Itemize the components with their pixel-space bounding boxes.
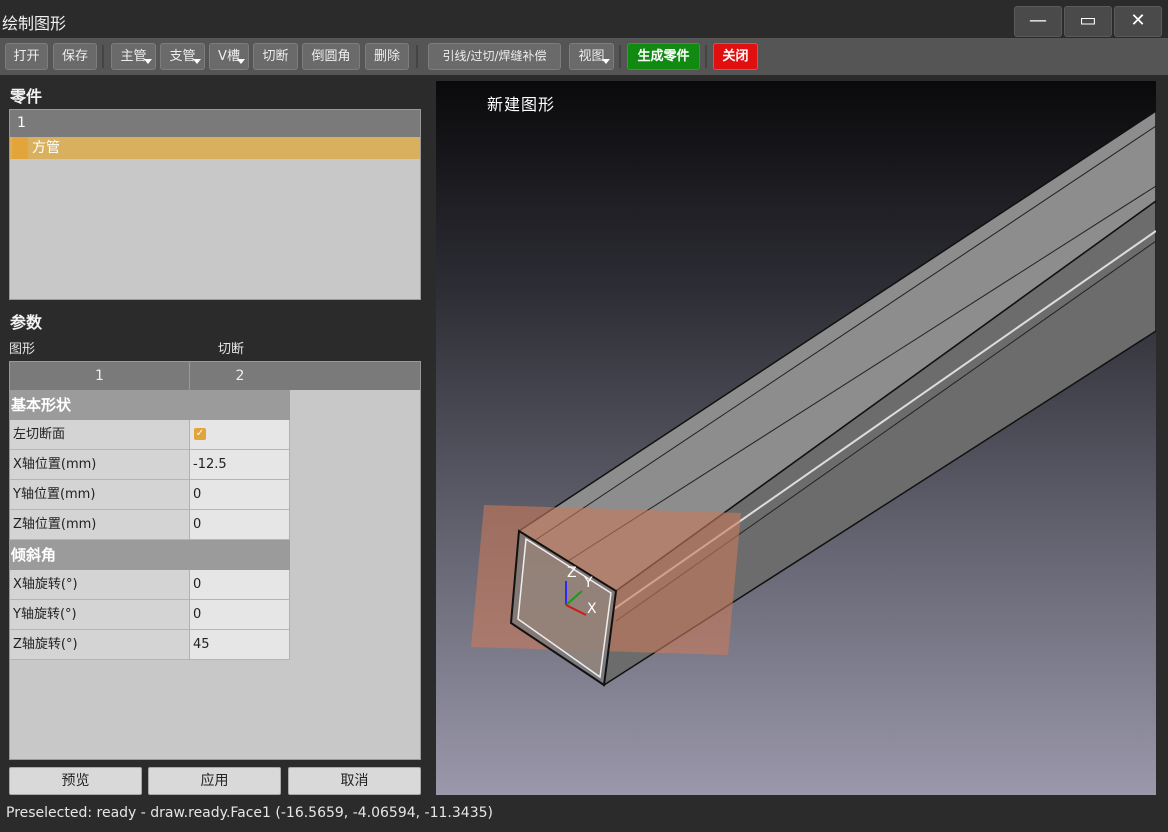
param-label: Y轴位置(mm) bbox=[10, 480, 190, 509]
title-bar: 绘制图形 — ▭ ✕ bbox=[0, 0, 1168, 38]
param-label: Z轴旋转(°) bbox=[10, 630, 190, 659]
params-heading: 参数 bbox=[10, 313, 43, 332]
param-label: X轴位置(mm) bbox=[10, 450, 190, 479]
param-row-x-rotation: X轴旋转(°) 0 bbox=[10, 570, 290, 600]
close-button[interactable]: 关闭 bbox=[713, 43, 758, 70]
main-pipe-dropdown[interactable]: 主管 bbox=[111, 43, 156, 70]
window-title: 绘制图形 bbox=[2, 14, 67, 33]
cut-label: 切断 bbox=[218, 342, 245, 357]
y-position-field[interactable]: 0 bbox=[190, 480, 290, 509]
lead-weld-button[interactable]: 引线/过切/焊缝补偿 bbox=[428, 43, 561, 70]
cut-button[interactable]: 切断 bbox=[253, 43, 298, 70]
3d-viewport[interactable]: 新建图形 Z Y X bbox=[436, 81, 1156, 795]
param-row-left-cut-face: 左切断面 ✓ bbox=[10, 420, 290, 450]
group-basic-shape: 基本形状 bbox=[10, 390, 290, 420]
param-row-x-position: X轴位置(mm) -12.5 bbox=[10, 450, 290, 480]
window-close-button[interactable]: ✕ bbox=[1114, 6, 1162, 37]
y-axis-label: Y bbox=[583, 575, 593, 591]
tab-2[interactable]: 2 bbox=[190, 362, 290, 390]
maximize-button[interactable]: ▭ bbox=[1064, 6, 1112, 37]
param-label: Z轴位置(mm) bbox=[10, 510, 190, 539]
v-groove-dropdown[interactable]: V槽 bbox=[209, 43, 249, 70]
toolbar-separator bbox=[416, 45, 418, 68]
x-position-field[interactable]: -12.5 bbox=[190, 450, 290, 479]
param-label: X轴旋转(°) bbox=[10, 570, 190, 599]
param-label: 左切断面 bbox=[10, 420, 190, 449]
generate-part-button[interactable]: 生成零件 bbox=[627, 43, 700, 70]
fillet-button[interactable]: 倒圆角 bbox=[302, 43, 360, 70]
param-label: Y轴旋转(°) bbox=[10, 600, 190, 629]
x-axis-label: X bbox=[587, 601, 597, 617]
status-bar: Preselected: ready - draw.ready.Face1 (-… bbox=[6, 805, 493, 821]
params-grid: 1 2 基本形状 左切断面 ✓ X轴位置(mm) -12.5 Y轴位置(mm) … bbox=[9, 361, 421, 760]
z-axis-label: Z bbox=[567, 565, 577, 581]
param-row-y-rotation: Y轴旋转(°) 0 bbox=[10, 600, 290, 630]
save-button[interactable]: 保存 bbox=[53, 43, 97, 70]
toolbar-separator bbox=[705, 45, 707, 68]
param-value-cell: ✓ bbox=[190, 420, 290, 449]
tube-model: Z Y X bbox=[471, 110, 1156, 687]
delete-button[interactable]: 删除 bbox=[365, 43, 409, 70]
apply-button[interactable]: 应用 bbox=[148, 767, 281, 795]
parts-tree: 1 方管 bbox=[9, 109, 421, 300]
preview-button[interactable]: 预览 bbox=[9, 767, 142, 795]
group-tilt-angle: 倾斜角 bbox=[10, 540, 290, 570]
shape-label: 图形 bbox=[9, 342, 36, 357]
z-rotation-field[interactable]: 45 bbox=[190, 630, 290, 659]
params-grid-header: 1 2 bbox=[10, 362, 420, 390]
toolbar: 打开 保存 主管 支管 V槽 切断 倒圆角 删除 引线/过切/焊缝补偿 视图 生… bbox=[0, 38, 1168, 75]
tab-1[interactable]: 1 bbox=[10, 362, 190, 390]
cancel-button[interactable]: 取消 bbox=[288, 767, 421, 795]
parts-tree-item[interactable]: 方管 bbox=[10, 137, 420, 159]
y-rotation-field[interactable]: 0 bbox=[190, 600, 290, 629]
toolbar-separator bbox=[619, 45, 621, 68]
branch-pipe-dropdown[interactable]: 支管 bbox=[160, 43, 205, 70]
param-row-y-position: Y轴位置(mm) 0 bbox=[10, 480, 290, 510]
minimize-button[interactable]: — bbox=[1014, 6, 1062, 37]
parts-tree-header[interactable]: 1 bbox=[10, 110, 420, 137]
parts-tree-item-label: 方管 bbox=[32, 140, 60, 156]
view-dropdown[interactable]: 视图 bbox=[569, 43, 614, 70]
left-cut-face-checkbox[interactable]: ✓ bbox=[194, 428, 206, 440]
open-button[interactable]: 打开 bbox=[5, 43, 48, 70]
parts-heading: 零件 bbox=[10, 87, 43, 106]
param-row-z-rotation: Z轴旋转(°) 45 bbox=[10, 630, 290, 660]
z-position-field[interactable]: 0 bbox=[190, 510, 290, 539]
toolbar-separator bbox=[102, 45, 104, 68]
x-rotation-field[interactable]: 0 bbox=[190, 570, 290, 599]
param-row-z-position: Z轴位置(mm) 0 bbox=[10, 510, 290, 540]
tree-branch-icon bbox=[12, 137, 28, 159]
